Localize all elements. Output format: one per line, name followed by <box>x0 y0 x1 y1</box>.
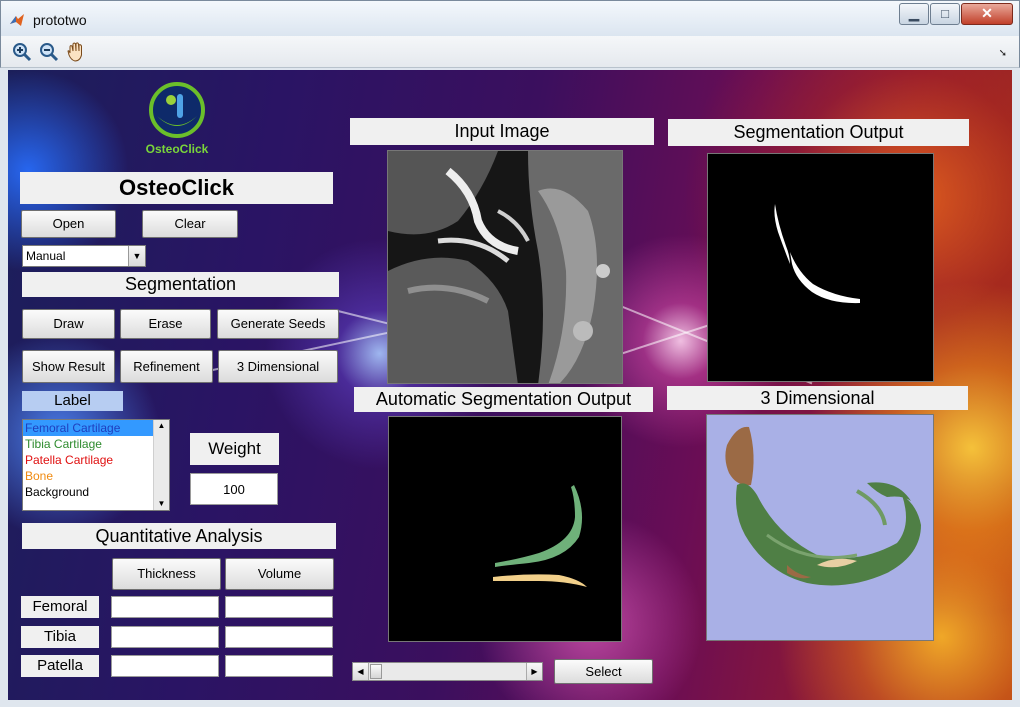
show-result-button[interactable]: Show Result <box>22 350 115 383</box>
volume-value-field[interactable] <box>225 596 333 618</box>
close-button[interactable]: ✕ <box>961 3 1013 25</box>
label-option[interactable]: Patella Cartilage <box>23 452 153 468</box>
chevron-down-icon[interactable]: ▼ <box>128 246 145 266</box>
clear-button[interactable]: Clear <box>142 210 238 238</box>
scroll-up-icon[interactable]: ▲ <box>154 420 169 432</box>
slider-left-arrow-icon[interactable]: ◀ <box>353 663 369 680</box>
slice-slider[interactable]: ◀ ▶ <box>352 662 543 681</box>
minimize-button[interactable]: ▁ <box>899 3 929 25</box>
zoom-in-icon[interactable] <box>11 41 33 63</box>
dock-arrow-icon[interactable]: ➘ <box>999 48 1007 59</box>
3d-cartilage-model <box>725 426 921 586</box>
scroll-down-icon[interactable]: ▼ <box>154 498 169 510</box>
volume-button[interactable]: Volume <box>225 558 334 590</box>
segmentation-heading: Segmentation <box>22 272 339 297</box>
label-heading: Label <box>22 391 123 411</box>
figure-toolbar: ➘ <box>0 36 1020 68</box>
window-title: prototwo <box>33 12 87 28</box>
thickness-button[interactable]: Thickness <box>112 558 221 590</box>
zoom-out-icon[interactable] <box>38 41 60 63</box>
3-dimensional-button[interactable]: 3 Dimensional <box>218 350 338 383</box>
thickness-value-field[interactable] <box>111 655 219 677</box>
analysis-row-label: Tibia <box>21 626 99 648</box>
analysis-row-label: Patella <box>21 655 99 677</box>
input-image-view[interactable] <box>387 150 623 384</box>
thickness-value-field[interactable] <box>111 626 219 648</box>
matlab-icon <box>10 14 24 26</box>
select-button[interactable]: Select <box>554 659 653 684</box>
label-listbox[interactable]: Femoral Cartilage Tibia Cartilage Patella … <box>22 419 170 511</box>
automatic-segmentation-view[interactable] <box>388 416 622 642</box>
analysis-row-label: Femoral <box>21 596 99 618</box>
slider-thumb[interactable] <box>370 664 382 679</box>
app-title: OsteoClick <box>20 172 333 204</box>
volume-value-field[interactable] <box>225 626 333 648</box>
open-button[interactable]: Open <box>21 210 116 238</box>
generate-seeds-button[interactable]: Generate Seeds <box>217 309 339 339</box>
figure-canvas: OsteoClick OsteoClick Open Clear Manual … <box>8 70 1012 700</box>
quantitative-analysis-heading: Quantitative Analysis <box>22 523 336 549</box>
volume-value-field[interactable] <box>225 655 333 677</box>
label-option[interactable]: Background <box>23 484 153 500</box>
segmentation-output-heading: Segmentation Output <box>668 119 969 146</box>
erase-button[interactable]: Erase <box>120 309 211 339</box>
segmentation-mask <box>774 204 860 304</box>
label-option[interactable]: Bone <box>23 468 153 484</box>
osteoclick-logo: OsteoClick <box>141 80 213 160</box>
segmentation-output-view[interactable] <box>707 153 934 382</box>
automatic-segmentation-mask <box>493 485 587 587</box>
input-image-heading: Input Image <box>350 118 654 145</box>
logo-text: OsteoClick <box>145 142 209 156</box>
mode-select[interactable]: Manual ▼ <box>22 245 146 267</box>
slider-right-arrow-icon[interactable]: ▶ <box>526 663 542 680</box>
title-bar: prototwo ▁ □ ✕ <box>0 0 1020 36</box>
mode-select-value: Manual <box>26 249 66 263</box>
maximize-button[interactable]: □ <box>930 3 960 25</box>
knee-mri-image <box>388 151 622 383</box>
thickness-value-field[interactable] <box>111 596 219 618</box>
automatic-segmentation-heading: Automatic Segmentation Output <box>354 387 653 412</box>
logo-emblem-icon <box>149 82 205 138</box>
listbox-scrollbar[interactable]: ▲ ▼ <box>153 420 169 510</box>
refinement-button[interactable]: Refinement <box>120 350 213 383</box>
draw-button[interactable]: Draw <box>22 309 115 339</box>
weight-input[interactable] <box>190 473 278 505</box>
3-dimensional-view[interactable] <box>706 414 934 641</box>
weight-heading: Weight <box>190 433 279 465</box>
pan-hand-icon[interactable] <box>65 41 87 63</box>
label-option[interactable]: Femoral Cartilage <box>23 420 153 436</box>
3-dimensional-heading: 3 Dimensional <box>667 386 968 410</box>
label-option[interactable]: Tibia Cartilage <box>23 436 153 452</box>
